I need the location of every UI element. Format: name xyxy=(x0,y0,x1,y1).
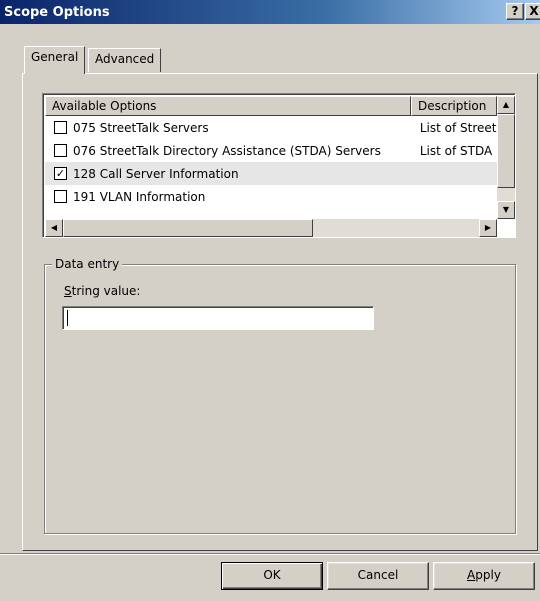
list-item[interactable]: 076 StreetTalk Directory Assistance (STD… xyxy=(45,139,497,162)
tab-advanced-label: Advanced xyxy=(95,52,155,66)
list-header: Available Options Description xyxy=(45,96,497,116)
arrow-down-icon: ▼ xyxy=(502,205,510,214)
arrow-left-icon: ◀ xyxy=(50,223,58,232)
help-button[interactable]: ? xyxy=(506,3,524,20)
vertical-scroll-thumb[interactable] xyxy=(497,114,515,188)
footer-separator xyxy=(0,553,540,555)
column-header-description[interactable]: Description xyxy=(411,96,497,116)
option-name: 191 VLAN Information xyxy=(73,189,206,204)
ok-button[interactable]: OK xyxy=(221,562,323,590)
help-icon: ? xyxy=(511,4,519,18)
list-rows: 075 StreetTalk Servers List of Street 07… xyxy=(45,116,497,208)
vertical-scrollbar[interactable]: ▲ ▼ xyxy=(497,96,515,219)
data-entry-group-label: Data entry xyxy=(52,257,123,271)
scroll-left-button[interactable]: ◀ xyxy=(45,219,63,237)
arrow-up-icon: ▲ xyxy=(502,100,510,109)
options-listview[interactable]: Available Options Description 075 Street… xyxy=(42,93,516,238)
data-entry-group xyxy=(44,264,516,534)
list-item[interactable]: 191 VLAN Information xyxy=(45,185,497,208)
horizontal-scroll-thumb[interactable] xyxy=(63,219,313,237)
option-description: List of STDA xyxy=(419,143,493,158)
text-caret xyxy=(67,310,68,326)
list-item[interactable]: ✓ 128 Call Server Information xyxy=(45,162,497,185)
apply-button[interactable]: Apply xyxy=(433,562,535,590)
scroll-down-button[interactable]: ▼ xyxy=(497,201,515,219)
tab-general[interactable]: General xyxy=(24,46,86,74)
horizontal-scrollbar[interactable]: ◀ ▶ xyxy=(45,219,497,237)
string-value-label-text: tring value: xyxy=(71,284,141,298)
option-description: List of Street xyxy=(419,120,497,135)
option-checkbox[interactable] xyxy=(54,144,67,157)
apply-label-text: pply xyxy=(475,568,501,582)
window-title: Scope Options xyxy=(4,4,110,20)
string-value-accelerator: S xyxy=(64,284,72,298)
option-name: 075 StreetTalk Servers xyxy=(73,120,209,135)
string-value-input[interactable] xyxy=(62,306,374,330)
arrow-right-icon: ▶ xyxy=(484,223,492,232)
option-checkbox[interactable] xyxy=(54,190,67,203)
column-header-available-options[interactable]: Available Options xyxy=(45,96,411,116)
cancel-button[interactable]: Cancel xyxy=(327,562,429,590)
string-value-label: String value: xyxy=(64,284,140,298)
option-checkbox-checked[interactable]: ✓ xyxy=(54,167,67,180)
option-name: 076 StreetTalk Directory Assistance (STD… xyxy=(73,143,381,158)
list-item[interactable]: 075 StreetTalk Servers List of Street xyxy=(45,116,497,139)
option-name: 128 Call Server Information xyxy=(73,166,239,181)
tab-advanced[interactable]: Advanced xyxy=(88,48,162,72)
scroll-up-button[interactable]: ▲ xyxy=(497,96,515,114)
close-icon: X xyxy=(529,4,539,18)
scroll-right-button[interactable]: ▶ xyxy=(479,219,497,237)
tab-general-label: General xyxy=(31,50,79,64)
option-checkbox[interactable] xyxy=(54,121,67,134)
title-bar: Scope Options xyxy=(0,0,540,24)
close-button[interactable]: X xyxy=(525,3,540,20)
